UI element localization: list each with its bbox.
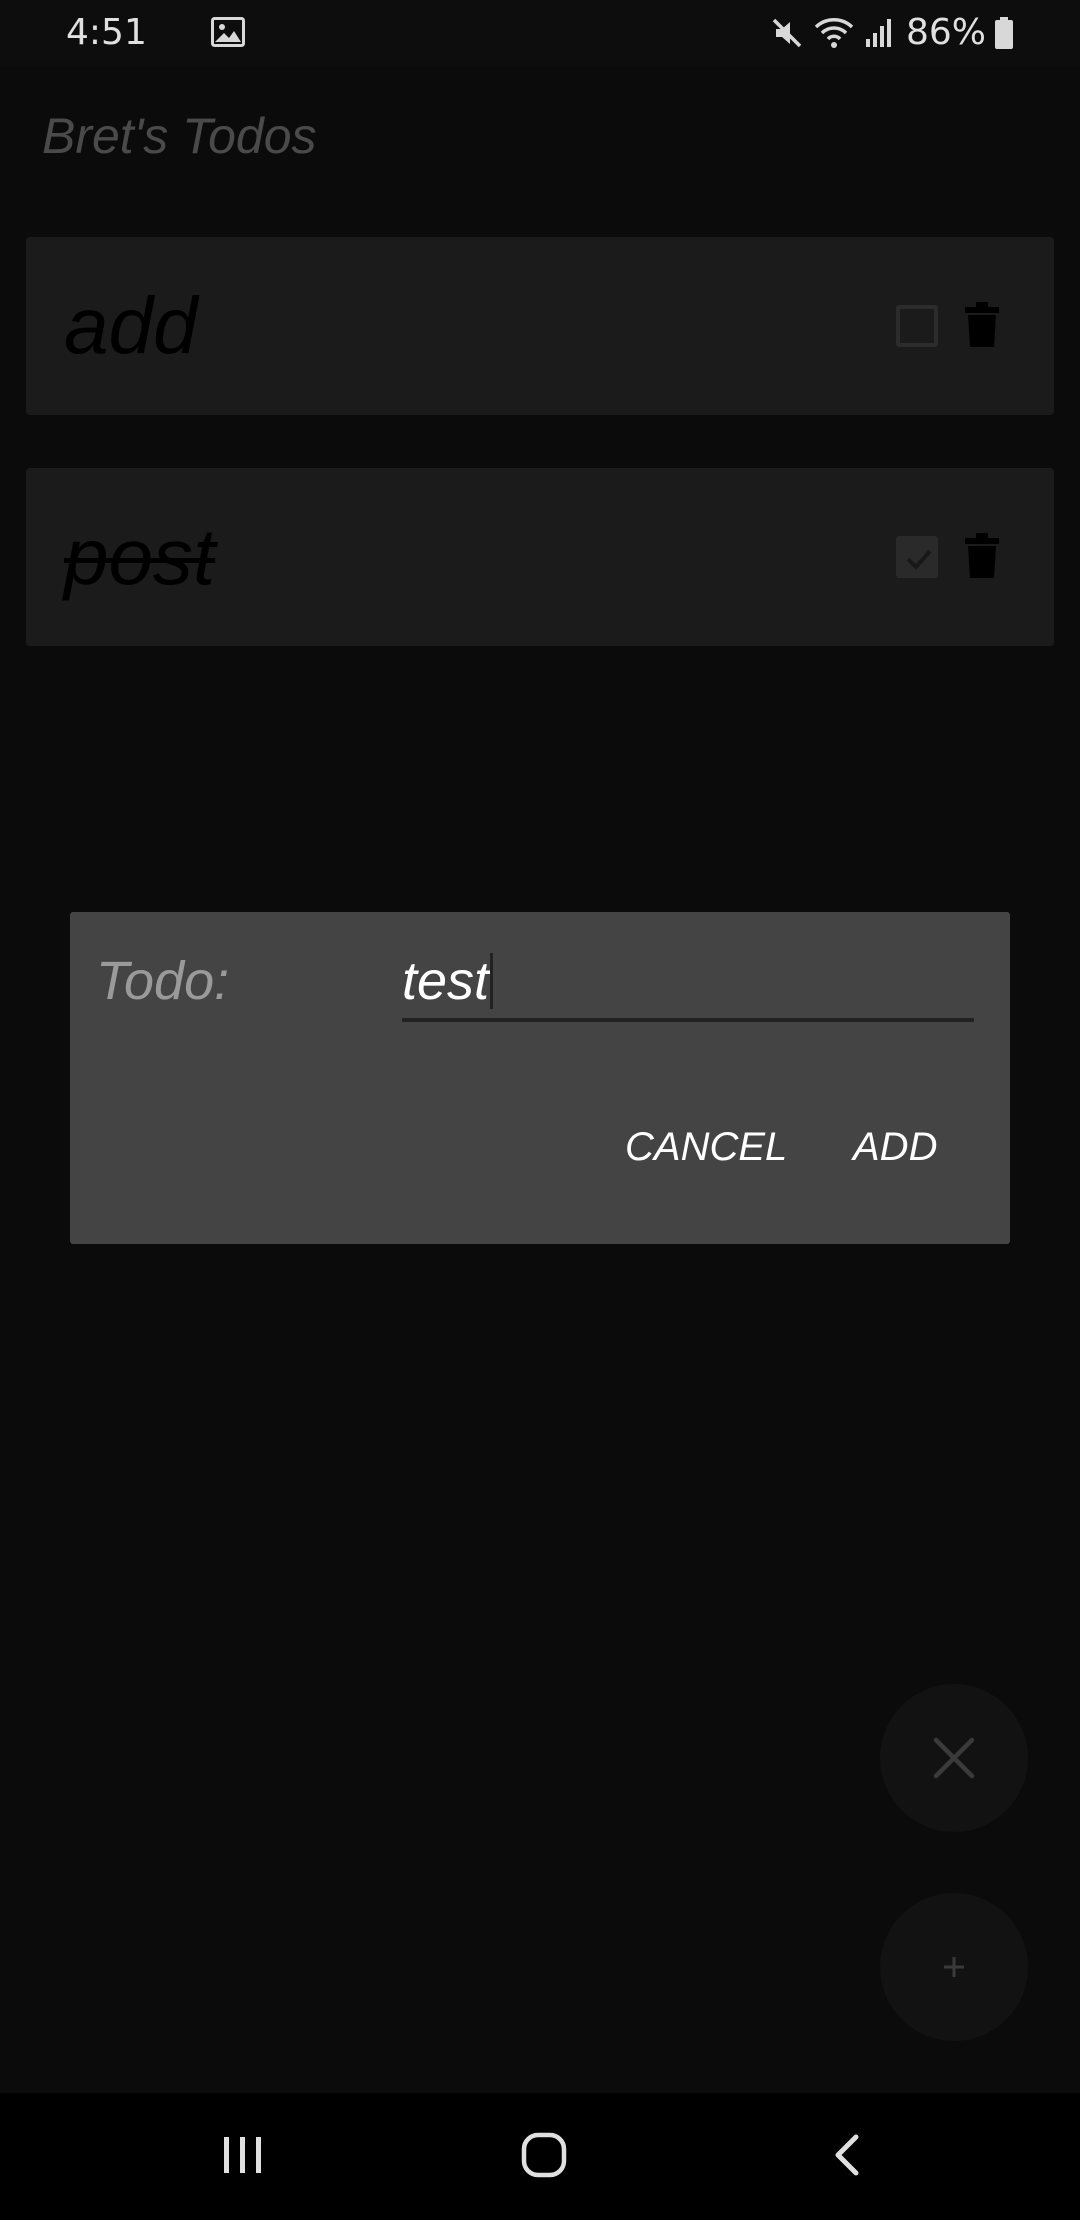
gallery-icon <box>211 17 245 47</box>
todo-checkbox[interactable] <box>896 305 938 347</box>
add-todo-dialog: Todo: test CANCEL ADD <box>70 912 1010 1244</box>
trash-icon[interactable] <box>964 532 1000 580</box>
signal-icon <box>864 17 894 49</box>
plus-icon <box>944 1957 964 1977</box>
close-fab[interactable] <box>880 1684 1028 1832</box>
back-icon <box>835 2134 859 2176</box>
todo-item[interactable]: add <box>26 237 1054 415</box>
home-button[interactable] <box>464 2093 624 2220</box>
mute-icon <box>770 16 804 50</box>
app-screen: 4:51 86% Bret's Todos add post Todo: tes… <box>0 0 1080 2220</box>
status-bar: 4:51 86% <box>0 0 1080 66</box>
page-title: Bret's Todos <box>42 108 317 164</box>
todo-input-value: test <box>402 951 490 1011</box>
cancel-button[interactable]: CANCEL <box>625 1122 787 1172</box>
home-icon <box>521 2132 567 2178</box>
todo-text: add <box>64 281 198 370</box>
battery-percent: 86% <box>905 12 986 53</box>
todo-label: Todo: <box>96 951 230 1011</box>
status-icons: 86% <box>770 10 1014 56</box>
battery-icon <box>994 16 1014 50</box>
trash-icon[interactable] <box>964 301 1000 349</box>
recents-icon <box>224 2137 261 2173</box>
navigation-bar <box>0 2093 1080 2220</box>
add-button[interactable]: ADD <box>853 1122 937 1172</box>
recents-button[interactable] <box>162 2093 322 2220</box>
close-icon <box>933 1737 975 1779</box>
todo-text: post <box>64 512 216 601</box>
todo-item[interactable]: post <box>26 468 1054 646</box>
back-button[interactable] <box>768 2093 928 2220</box>
wifi-icon <box>812 16 856 50</box>
todo-checkbox[interactable] <box>896 536 938 578</box>
text-cursor <box>490 953 494 1009</box>
add-fab[interactable] <box>880 1893 1028 2041</box>
check-icon <box>906 549 932 570</box>
status-time: 4:51 <box>66 12 147 53</box>
todo-input[interactable]: test <box>402 948 974 1022</box>
